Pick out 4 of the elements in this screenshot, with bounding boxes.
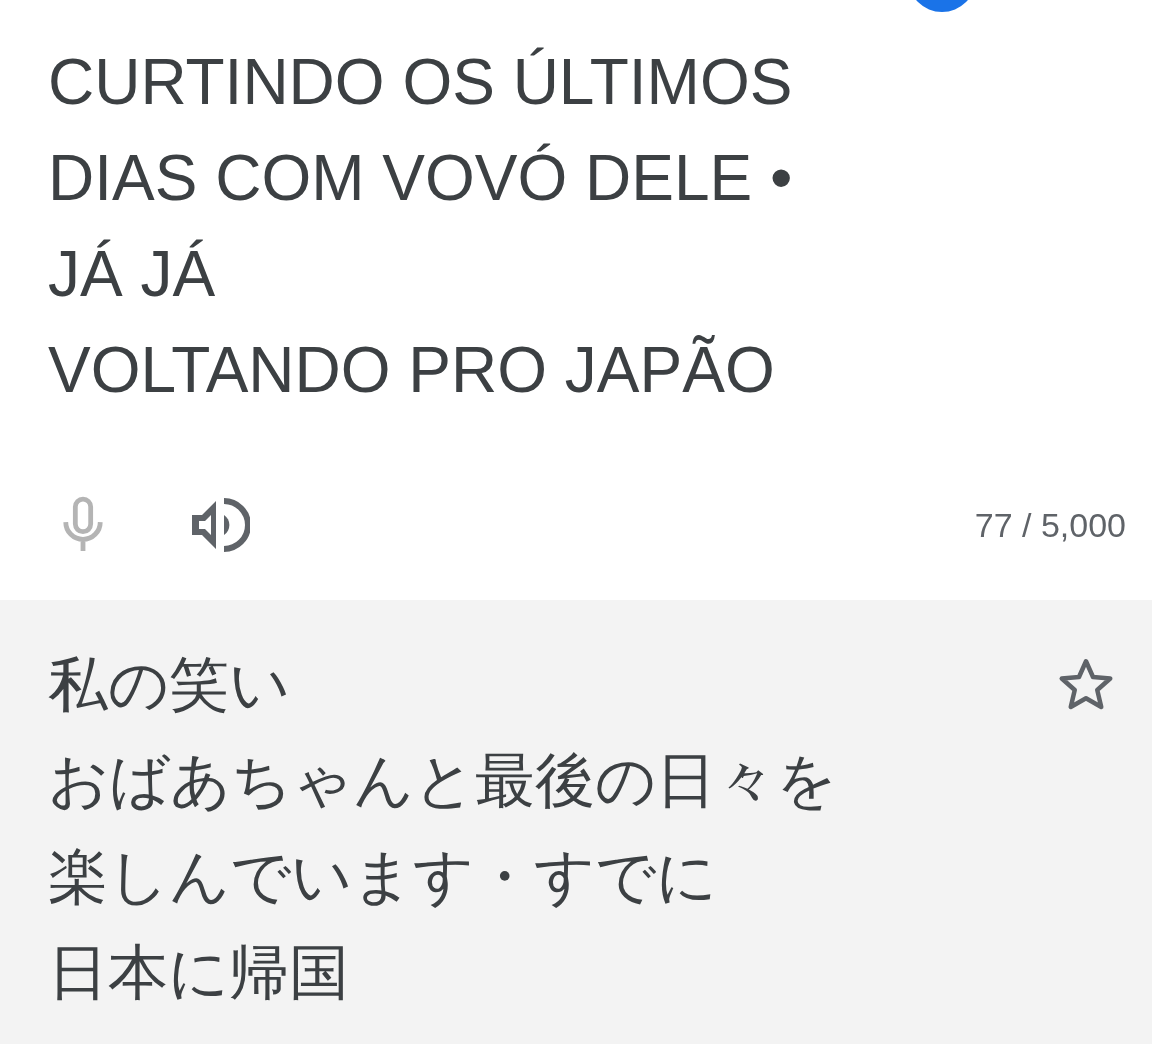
speaker-icon[interactable]	[190, 497, 250, 553]
source-text[interactable]: CURTINDO OS ÚLTIMOS DIAS COM VOVÓ DELE • JÁ JÁ VOLTANDO PRO JAPÃO	[48, 34, 888, 418]
character-count: 77 / 5,000	[974, 505, 1126, 545]
translated-text: 私の笑い おばあちゃんと最後の日々を 楽しんでいます・すでに 日本に帰国	[48, 648, 838, 1009]
